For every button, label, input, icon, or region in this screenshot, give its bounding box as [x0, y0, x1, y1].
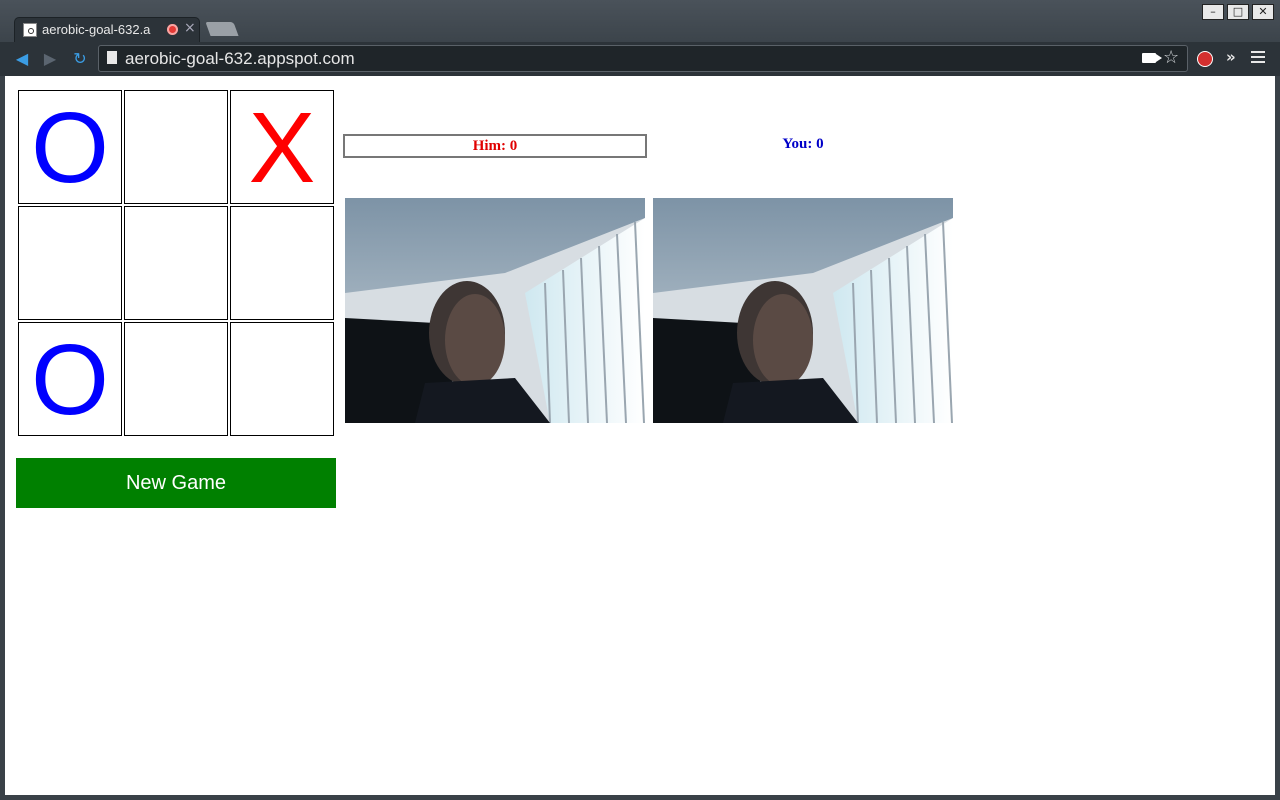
tab-favicon-icon — [23, 23, 37, 37]
tab-title: aerobic-goal-632.a — [42, 22, 151, 37]
tic-tac-toe-board: O X O — [18, 90, 336, 438]
board-cell-8[interactable] — [124, 322, 228, 436]
remote-video-frame — [345, 198, 645, 423]
board-cell-3[interactable]: X — [230, 90, 334, 204]
new-tab-button[interactable] — [205, 22, 239, 36]
maximize-button[interactable]: □ — [1227, 4, 1249, 20]
board-cell-2[interactable] — [124, 90, 228, 204]
local-video-frame — [653, 198, 953, 423]
new-game-button[interactable]: New Game — [16, 458, 336, 508]
you-score: You: 0 — [782, 136, 824, 152]
board-cell-6[interactable] — [230, 206, 334, 320]
recording-indicator-icon — [167, 24, 178, 35]
minimize-button[interactable]: – — [1202, 4, 1224, 20]
back-arrow-icon[interactable]: ◀ — [12, 49, 32, 69]
browser-titlebar: aerobic-goal-632.a × – □ ✕ — [0, 0, 1280, 42]
more-extensions-icon[interactable]: » — [1226, 48, 1236, 66]
board-cell-9[interactable] — [230, 322, 334, 436]
bookmark-star-icon[interactable]: ☆ — [1163, 47, 1179, 68]
address-url: aerobic-goal-632.appspot.com — [125, 49, 355, 68]
browser-toolbar: ◀ ▶ ↻ aerobic-goal-632.appspot.com ☆ » — [0, 42, 1280, 76]
board-cell-4[interactable] — [18, 206, 122, 320]
menu-icon[interactable] — [1251, 51, 1265, 65]
board-cell-1[interactable]: O — [18, 90, 122, 204]
page-icon — [107, 51, 117, 64]
tab-close-icon[interactable]: × — [184, 20, 196, 36]
page-viewport: O X O New Game Him: 0 You: 0 — [5, 76, 1275, 795]
board-cell-5[interactable] — [124, 206, 228, 320]
local-video — [653, 198, 953, 423]
camera-icon[interactable] — [1142, 53, 1162, 63]
forward-arrow-icon[interactable]: ▶ — [40, 49, 60, 69]
remote-video — [345, 198, 645, 423]
him-score: Him: 0 — [343, 134, 647, 158]
board-cell-7[interactable]: O — [18, 322, 122, 436]
close-window-button[interactable]: ✕ — [1252, 4, 1274, 20]
address-bar[interactable]: aerobic-goal-632.appspot.com ☆ — [98, 45, 1188, 72]
browser-tab[interactable]: aerobic-goal-632.a × — [14, 17, 200, 42]
reload-icon[interactable]: ↻ — [70, 49, 90, 69]
stop-extension-icon[interactable] — [1197, 51, 1213, 67]
